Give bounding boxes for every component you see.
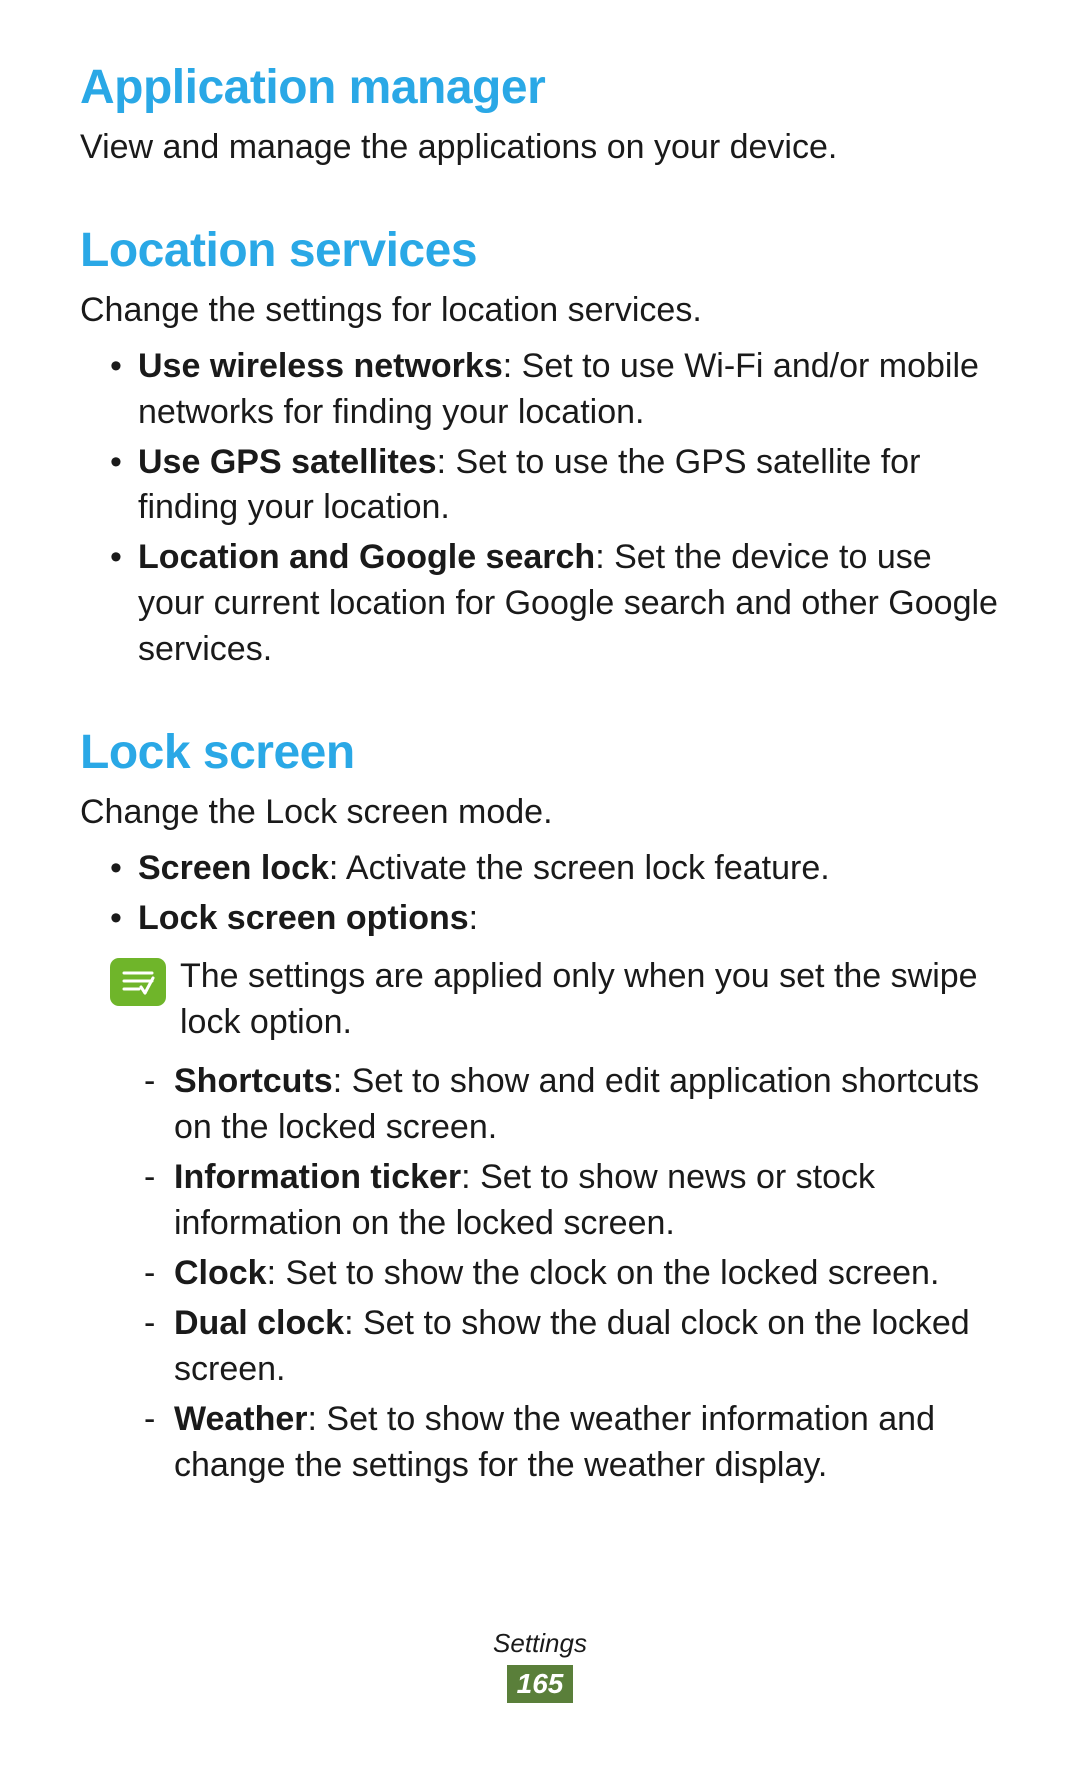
list-location-services: Use wireless networks: Set to use Wi-Fi … xyxy=(80,344,1000,673)
item-text: : Activate the screen lock feature. xyxy=(329,849,830,887)
item-label: Use GPS satellites xyxy=(138,443,437,481)
desc-application-manager: View and manage the applications on your… xyxy=(80,125,1000,171)
list-item: Screen lock: Activate the screen lock fe… xyxy=(110,846,1000,892)
desc-location-services: Change the settings for location service… xyxy=(80,288,1000,334)
list-item: Location and Google search: Set the devi… xyxy=(110,535,1000,673)
heading-lock-screen: Lock screen xyxy=(80,725,1000,780)
note-icon xyxy=(110,958,166,1006)
item-label: Clock xyxy=(174,1254,267,1292)
item-label: Lock screen options xyxy=(138,899,469,937)
note-text: The settings are applied only when you s… xyxy=(180,954,1000,1046)
list-item: Use GPS satellites: Set to use the GPS s… xyxy=(110,440,1000,532)
manual-page: Application manager View and manage the … xyxy=(0,0,1080,1771)
item-label: Screen lock xyxy=(138,849,329,887)
item-text: : Set to show the clock on the locked sc… xyxy=(267,1254,940,1292)
list-item: Information ticker: Set to show news or … xyxy=(144,1155,1000,1247)
list-item: Shortcuts: Set to show and edit applicat… xyxy=(144,1059,1000,1151)
sublist-lock-options: Shortcuts: Set to show and edit applicat… xyxy=(80,1059,1000,1488)
list-item: Use wireless networks: Set to use Wi-Fi … xyxy=(110,344,1000,436)
item-text: : xyxy=(469,899,478,937)
item-label: Weather xyxy=(174,1400,308,1438)
list-item: Dual clock: Set to show the dual clock o… xyxy=(144,1301,1000,1393)
heading-application-manager: Application manager xyxy=(80,60,1000,115)
page-footer: Settings 165 xyxy=(0,1628,1080,1703)
list-lock-screen: Screen lock: Activate the screen lock fe… xyxy=(80,846,1000,942)
footer-category: Settings xyxy=(0,1628,1080,1659)
list-item: Lock screen options: xyxy=(110,896,1000,942)
footer-page-number: 165 xyxy=(507,1665,574,1703)
desc-lock-screen: Change the Lock screen mode. xyxy=(80,790,1000,836)
item-label: Shortcuts xyxy=(174,1062,333,1100)
item-label: Dual clock xyxy=(174,1304,344,1342)
item-label: Use wireless networks xyxy=(138,347,503,385)
item-label: Location and Google search xyxy=(138,538,595,576)
heading-location-services: Location services xyxy=(80,223,1000,278)
list-item: Clock: Set to show the clock on the lock… xyxy=(144,1251,1000,1297)
note-row: The settings are applied only when you s… xyxy=(110,954,1000,1046)
list-item: Weather: Set to show the weather informa… xyxy=(144,1397,1000,1489)
item-label: Information ticker xyxy=(174,1158,461,1196)
